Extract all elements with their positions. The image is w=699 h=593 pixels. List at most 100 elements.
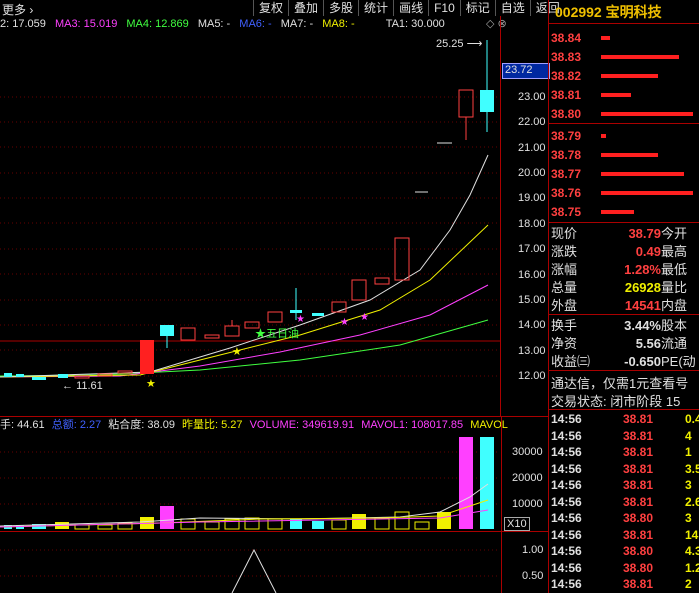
tick-row: 14:56 38.81 3.5 [551, 461, 699, 478]
mark-button[interactable]: 标记 [459, 0, 495, 16]
tick-volume: 4 [685, 428, 692, 443]
finance-row: 收益㈢ -0.650 PE(动 [551, 354, 699, 369]
tick-price: 38.81 [623, 445, 654, 459]
order-row[interactable]: 38.77 [551, 167, 581, 181]
tick-price: 38.81 [623, 478, 654, 492]
order-volume-bar [601, 172, 684, 176]
tick-volume: 3 [685, 511, 692, 525]
order-price: 38.82 [551, 69, 582, 83]
ma-legend: 2: 17.059 MA3: 15.019 MA4: 12.869 MA5: -… [0, 17, 451, 31]
finance-row: 净资 5.56 流通 [551, 336, 699, 351]
price-tick: 12.00 [518, 370, 546, 382]
adhesion-value: 粘合度: 38.09 [108, 419, 175, 431]
star-icon: ★ [232, 346, 242, 358]
tick-row: 14:56 38.81 1 [551, 444, 699, 461]
watchlist-button[interactable]: 自选 [494, 0, 530, 16]
ma3-value: MA3: 15.019 [54, 18, 118, 30]
order-volume-bar [601, 112, 693, 116]
price-tick: 14.00 [518, 319, 546, 331]
indicator-chart[interactable] [0, 532, 500, 593]
order-price: 38.75 [551, 205, 582, 219]
price-tick: 20.00 [518, 167, 546, 179]
tick-volume: 1.2 [685, 560, 699, 575]
quote-value: 1.28% [624, 262, 661, 277]
order-price: 38.78 [551, 148, 582, 162]
adjust-button[interactable]: 复权 [253, 0, 288, 16]
volume-tick: 20000 [512, 472, 543, 484]
tick-row: 14:56 38.81 4 [551, 428, 699, 445]
price-tick: 19.00 [518, 192, 546, 204]
order-row[interactable]: 38.83 [551, 50, 581, 64]
tick-volume: 0.4 [685, 412, 699, 426]
order-volume-bar [601, 210, 635, 214]
finance-right-label: 流通 [661, 336, 688, 351]
quote-row: 涨跌 0.49 最高 [551, 244, 699, 259]
tick-time: 14:56 [551, 461, 582, 476]
tick-time: 14:56 [551, 511, 582, 525]
star-icon: ★ [360, 312, 369, 323]
draw-line-button[interactable]: 画线 [393, 0, 428, 16]
tick-price: 38.80 [623, 511, 654, 525]
quote-value: 38.79 [628, 226, 661, 241]
tick-volume: 1 [685, 445, 692, 459]
order-row[interactable]: 38.75 [551, 205, 581, 219]
order-price: 38.83 [551, 50, 582, 64]
tick-time: 14:56 [551, 577, 582, 591]
order-row[interactable]: 38.81 [551, 88, 581, 102]
finance-value: -0.650 [624, 354, 661, 369]
ma7-value: MA7: - [280, 18, 314, 30]
tick-price: 38.80 [623, 544, 654, 558]
trade-status: 交易状态: 闭市阶段 15 [551, 394, 681, 409]
ma6-value: MA6: - [239, 18, 272, 30]
tick-volume: 2.6 [685, 494, 699, 509]
price-axis: 23.72 23.00 22.00 21.00 20.00 19.00 18.0… [500, 16, 550, 416]
tick-volume: 4.3 [685, 544, 699, 558]
quote-right-label: 最高 [661, 244, 688, 259]
quote-panel: 002992 宝明科技 38.84 38.83 38.82 38.81 38.80 38… [548, 0, 699, 593]
order-row[interactable]: 38.79 [551, 129, 581, 143]
ma-white-line [0, 154, 489, 378]
quote-row: 总量 26928 量比 [551, 280, 699, 295]
multi-stock-button[interactable]: 多股 [323, 0, 358, 16]
tick-price: 38.81 [623, 494, 654, 509]
price-tick: 21.00 [518, 142, 546, 154]
notice-text[interactable]: 通达信，仅需1元查看号 [551, 373, 688, 392]
tick-row: 14:56 38.81 14.7 [551, 527, 699, 544]
indicator-tick: 1.00 [522, 544, 544, 556]
stock-title[interactable]: 002992 宝明科技 [555, 2, 662, 22]
statistics-button[interactable]: 统计 [358, 0, 393, 16]
order-row[interactable]: 38.76 [551, 186, 581, 200]
volume-chart[interactable] [0, 432, 500, 530]
order-volume-bar [601, 191, 693, 195]
low-price-label: ← 11.61 [62, 380, 103, 392]
order-row[interactable]: 38.84 [551, 31, 581, 45]
ma-yellow-line [0, 224, 489, 378]
toolbar: 复权 叠加 多股 统计 画线 F10 标记 自选 返回 [253, 0, 565, 16]
finance-row: 换手 3.44% 股本 [551, 318, 699, 333]
kline-chart[interactable]: ★ ★ ★ ★ ★ [0, 30, 500, 416]
more-menu[interactable]: 更多 › [2, 1, 33, 18]
order-volume-bar [601, 74, 659, 78]
overlay-button[interactable]: 叠加 [288, 0, 323, 16]
ma5-value: MA5: - [197, 18, 231, 30]
tick-row: 14:56 38.81 3 [551, 477, 699, 494]
ma4-value: MA4: 12.869 [126, 18, 189, 30]
stock-code: 002992 [555, 4, 602, 20]
order-row[interactable]: 38.78 [551, 148, 581, 162]
finance-right-label: PE(动 [661, 354, 696, 369]
quote-row: 现价 38.79 今开 [551, 226, 699, 241]
volume-unit: X10 [504, 517, 530, 531]
order-row[interactable]: 38.80 [551, 107, 581, 121]
tick-time: 14:56 [551, 544, 582, 558]
order-volume-bar [601, 36, 611, 40]
tick-price: 38.81 [623, 527, 654, 542]
order-price: 38.81 [551, 88, 582, 102]
order-row[interactable]: 38.82 [551, 69, 581, 83]
star-icon: ★ [340, 317, 349, 328]
mavol1-value: MAVOL1: 108017.85 [361, 419, 464, 431]
tick-price: 38.81 [623, 577, 654, 591]
quote-label: 涨幅 [551, 262, 578, 277]
indicator-tick: 0.50 [522, 570, 544, 582]
f10-button[interactable]: F10 [428, 0, 460, 16]
annotation-label: ★五日油 [255, 328, 299, 340]
